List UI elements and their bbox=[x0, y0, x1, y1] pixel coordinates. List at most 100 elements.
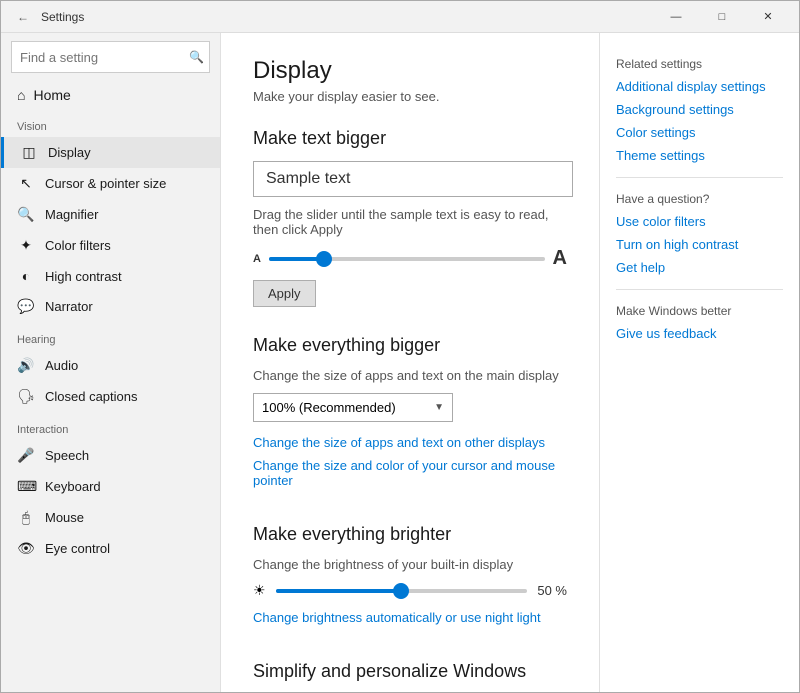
slider-thumb[interactable] bbox=[316, 251, 332, 267]
sidebar-label-mouse: Mouse bbox=[45, 510, 84, 525]
cursor-size-link[interactable]: Change the size and color of your cursor… bbox=[253, 458, 567, 488]
related-link-color[interactable]: Color settings bbox=[616, 125, 783, 140]
section-brighter: Make everything brighter Change the brig… bbox=[253, 524, 567, 633]
size-dropdown[interactable]: 100% (Recommended) ▼ bbox=[253, 393, 453, 422]
minimize-button[interactable]: — bbox=[653, 1, 699, 33]
sidebar-item-display[interactable]: ◫ Display bbox=[1, 137, 220, 168]
search-input[interactable] bbox=[11, 41, 210, 73]
titlebar-title: Settings bbox=[41, 10, 84, 24]
brightness-percent: 50 % bbox=[537, 583, 567, 598]
home-icon: ⌂ bbox=[17, 87, 25, 103]
mouse-icon: 🖰 bbox=[17, 509, 35, 526]
related-link-theme[interactable]: Theme settings bbox=[616, 148, 783, 163]
sidebar-item-keyboard[interactable]: ⌨ Keyboard bbox=[1, 471, 220, 502]
sidebar-label-closedcaptions: Closed captions bbox=[45, 389, 138, 404]
sidebar-label-keyboard: Keyboard bbox=[45, 479, 101, 494]
right-divider-2 bbox=[616, 289, 783, 290]
sidebar-item-audio[interactable]: 🔊 Audio bbox=[1, 350, 220, 381]
sidebar-search-container: 🔍 bbox=[11, 41, 210, 73]
sidebar-item-closedcaptions[interactable]: 🗣 Closed captions bbox=[1, 381, 220, 412]
section-everything-bigger: Make everything bigger Change the size o… bbox=[253, 335, 567, 496]
sidebar-item-cursor[interactable]: ↖ Cursor & pointer size bbox=[1, 168, 220, 199]
maximize-button[interactable]: □ bbox=[699, 1, 745, 33]
slider-drag-desc: Drag the slider until the sample text is… bbox=[253, 207, 567, 237]
night-light-link[interactable]: Change brightness automatically or use n… bbox=[253, 610, 541, 625]
question-link-gethelp[interactable]: Get help bbox=[616, 260, 783, 275]
content-area: 🔍 ⌂ Home Vision ◫ Display ↖ Cursor & poi… bbox=[1, 33, 799, 692]
magnifier-icon: 🔍 bbox=[17, 206, 35, 223]
text-size-slider-row: A A bbox=[253, 247, 567, 270]
related-link-background[interactable]: Background settings bbox=[616, 102, 783, 117]
sidebar-label-magnifier: Magnifier bbox=[45, 207, 98, 222]
sidebar-label-eyecontrol: Eye control bbox=[45, 541, 110, 556]
section-brighter-title: Make everything brighter bbox=[253, 524, 567, 545]
sidebar-item-mouse[interactable]: 🖰 Mouse bbox=[1, 502, 220, 533]
sidebar-label-cursor: Cursor & pointer size bbox=[45, 176, 166, 191]
dropdown-value: 100% (Recommended) bbox=[262, 400, 396, 415]
text-size-slider[interactable] bbox=[269, 257, 545, 261]
sidebar-item-narrator[interactable]: 💬 Narrator bbox=[1, 291, 220, 322]
related-link-display[interactable]: Additional display settings bbox=[616, 79, 783, 94]
related-settings-title: Related settings bbox=[616, 57, 783, 71]
sample-text-box: Sample text bbox=[253, 161, 573, 197]
sidebar-item-home[interactable]: ⌂ Home bbox=[1, 81, 220, 109]
eyecontrol-icon: 👁 bbox=[17, 540, 35, 557]
home-label: Home bbox=[33, 87, 70, 103]
slider-small-label: A bbox=[253, 253, 261, 265]
back-button[interactable]: ← bbox=[9, 3, 37, 31]
feedback-link[interactable]: Give us feedback bbox=[616, 326, 783, 341]
keyboard-icon: ⌨ bbox=[17, 478, 35, 495]
sidebar-section-vision: Vision bbox=[1, 109, 220, 137]
sidebar-item-magnifier[interactable]: 🔍 Magnifier bbox=[1, 199, 220, 230]
main-content: Display Make your display easier to see.… bbox=[221, 33, 599, 692]
sidebar-label-display: Display bbox=[48, 145, 91, 160]
section-text-bigger-title: Make text bigger bbox=[253, 128, 567, 149]
titlebar: ← Settings — □ ✕ bbox=[1, 1, 799, 33]
brightness-slider[interactable] bbox=[276, 589, 528, 593]
brightness-thumb[interactable] bbox=[393, 583, 409, 599]
sidebar-item-eyecontrol[interactable]: 👁 Eye control bbox=[1, 533, 220, 564]
sidebar-section-interaction: Interaction bbox=[1, 412, 220, 440]
settings-window: ← Settings — □ ✕ 🔍 ⌂ Home Vision ◫ Displ… bbox=[0, 0, 800, 693]
sidebar-item-speech[interactable]: 🎤 Speech bbox=[1, 440, 220, 471]
display-icon: ◫ bbox=[20, 144, 38, 161]
slider-large-label: A bbox=[553, 247, 567, 270]
feedback-title: Make Windows better bbox=[616, 304, 783, 318]
question-title: Have a question? bbox=[616, 192, 783, 206]
section-everything-bigger-title: Make everything bigger bbox=[253, 335, 567, 356]
brighter-desc: Change the brightness of your built-in d… bbox=[253, 557, 567, 572]
narrator-icon: 💬 bbox=[17, 298, 35, 315]
sidebar-label-audio: Audio bbox=[45, 358, 78, 373]
dropdown-arrow-icon: ▼ bbox=[434, 402, 444, 413]
sidebar-label-speech: Speech bbox=[45, 448, 89, 463]
page-subtitle: Make your display easier to see. bbox=[253, 89, 567, 104]
brightness-slider-row: ☀ 50 % bbox=[253, 582, 567, 599]
speech-icon: 🎤 bbox=[17, 447, 35, 464]
section-text-bigger: Make text bigger Sample text Drag the sl… bbox=[253, 128, 567, 307]
audio-icon: 🔊 bbox=[17, 357, 35, 374]
section-personalize-title: Simplify and personalize Windows bbox=[253, 661, 567, 682]
question-link-highcontrast[interactable]: Turn on high contrast bbox=[616, 237, 783, 252]
right-divider-1 bbox=[616, 177, 783, 178]
cursor-icon: ↖ bbox=[17, 175, 35, 192]
apply-button[interactable]: Apply bbox=[253, 280, 316, 307]
everything-bigger-desc: Change the size of apps and text on the … bbox=[253, 368, 567, 383]
sidebar-label-highcontrast: High contrast bbox=[45, 269, 122, 284]
page-title: Display bbox=[253, 57, 567, 85]
window-controls: — □ ✕ bbox=[653, 1, 791, 33]
section-personalize: Simplify and personalize Windows Show an… bbox=[253, 661, 567, 692]
close-button[interactable]: ✕ bbox=[745, 1, 791, 33]
sidebar-label-colorfilters: Color filters bbox=[45, 238, 111, 253]
right-panel: Related settings Additional display sett… bbox=[599, 33, 799, 692]
other-displays-link[interactable]: Change the size of apps and text on othe… bbox=[253, 435, 545, 450]
search-icon: 🔍 bbox=[189, 50, 204, 64]
question-link-colorfilters[interactable]: Use color filters bbox=[616, 214, 783, 229]
captions-icon: 🗣 bbox=[17, 388, 35, 405]
sun-icon: ☀ bbox=[253, 582, 266, 599]
sidebar-item-highcontrast[interactable]: ◐ High contrast bbox=[1, 261, 220, 291]
sidebar-label-narrator: Narrator bbox=[45, 299, 93, 314]
sidebar: 🔍 ⌂ Home Vision ◫ Display ↖ Cursor & poi… bbox=[1, 33, 221, 692]
colorfilters-icon: ✦ bbox=[17, 237, 35, 254]
brightness-fill bbox=[276, 589, 402, 593]
sidebar-item-colorfilters[interactable]: ✦ Color filters bbox=[1, 230, 220, 261]
